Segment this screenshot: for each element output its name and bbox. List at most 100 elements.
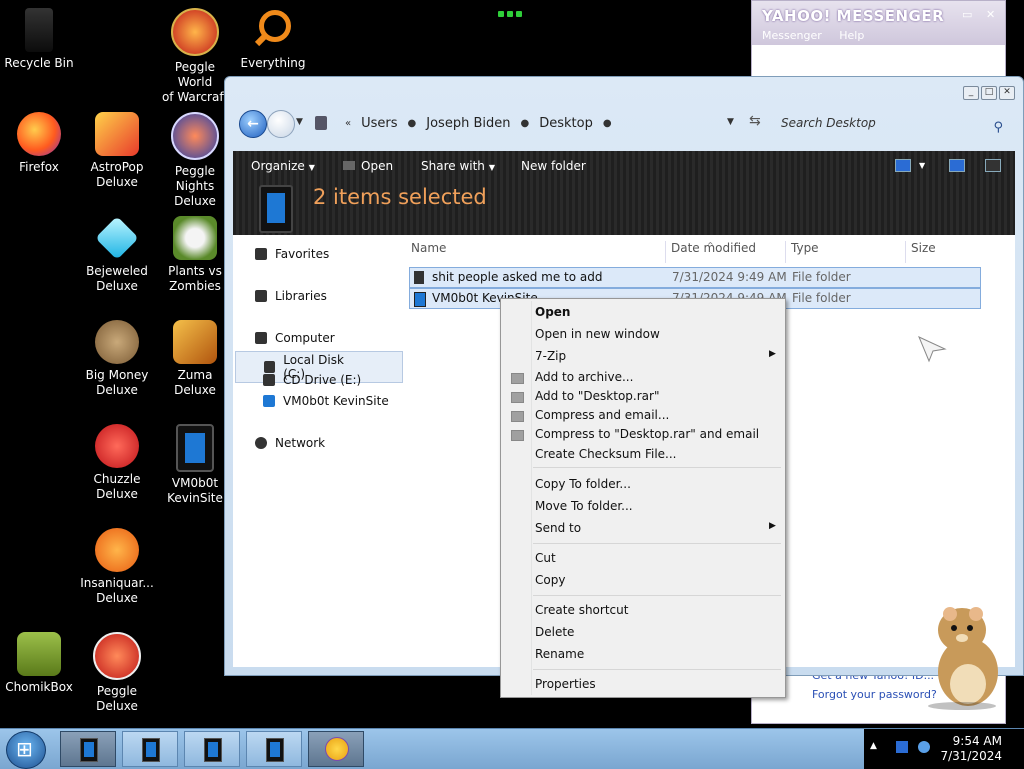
- start-button[interactable]: [6, 731, 46, 769]
- search-icon[interactable]: ⚲: [993, 116, 1003, 140]
- breadcrumb-separator-icon[interactable]: ●: [520, 118, 529, 129]
- search-input[interactable]: Search Desktop ⚲: [773, 111, 1009, 135]
- taskbar-button-yahoo[interactable]: [308, 731, 364, 767]
- menu-item-cut[interactable]: Cut: [535, 551, 556, 565]
- nav-network[interactable]: Network: [255, 436, 325, 450]
- address-dropdown-icon[interactable]: ▼: [727, 117, 734, 127]
- forward-button[interactable]: [267, 110, 295, 138]
- tray-network-icon[interactable]: [918, 741, 930, 753]
- menu-item-open-new-window[interactable]: Open in new window: [535, 327, 660, 341]
- library-icon: [255, 290, 267, 302]
- menu-item-add-to-desktop-rar[interactable]: Add to "Desktop.rar": [535, 389, 659, 403]
- row-type: File folder: [792, 270, 851, 284]
- menu-item-create-shortcut[interactable]: Create shortcut: [535, 603, 628, 617]
- column-divider[interactable]: [785, 241, 786, 263]
- taskbar-button-window-2[interactable]: [122, 731, 178, 767]
- organize-button[interactable]: Organize ▼: [251, 159, 315, 173]
- table-row[interactable]: shit people asked me to add 7/31/2024 9:…: [409, 267, 981, 288]
- tray-device-icon[interactable]: [896, 741, 908, 753]
- menu-item-create-checksum[interactable]: Create Checksum File...: [535, 447, 677, 461]
- breadcrumb[interactable]: « Users ● Joseph Biden ● Desktop ●: [315, 111, 759, 135]
- desktop-icon-chuzzle[interactable]: Chuzzle Deluxe: [78, 424, 156, 502]
- context-menu[interactable]: Open Open in new window 7-Zip ▶ Add to ar…: [500, 298, 786, 698]
- menu-item-compress-desktop-email[interactable]: Compress to "Desktop.rar" and email: [535, 427, 759, 441]
- desktop-icon-zuma[interactable]: Zuma Deluxe: [156, 320, 234, 398]
- drive-icon: [264, 361, 276, 373]
- column-size[interactable]: Size: [911, 241, 936, 255]
- nav-vm0b0t[interactable]: VM0b0t KevinSite: [263, 394, 389, 408]
- desktop-icon-firefox[interactable]: Firefox: [0, 112, 78, 175]
- archive-icon: [511, 411, 524, 422]
- yahoo-title: YAHOO! MESSENGER: [762, 7, 945, 25]
- nav-libraries[interactable]: Libraries: [255, 289, 327, 303]
- view-dropdown-icon[interactable]: ▼: [919, 161, 925, 170]
- desktop-icon-astropop[interactable]: AstroPop Deluxe: [78, 112, 156, 190]
- yahoo-menu-help[interactable]: Help: [839, 29, 864, 42]
- close-icon[interactable]: ✕: [986, 8, 998, 21]
- archive-icon: [511, 392, 524, 403]
- column-divider[interactable]: [905, 241, 906, 263]
- menu-item-copy-to-folder[interactable]: Copy To folder...: [535, 477, 631, 491]
- menu-item-properties[interactable]: Properties: [535, 677, 596, 691]
- forgot-password-link[interactable]: Forgot your password?: [812, 688, 937, 701]
- menu-item-rename[interactable]: Rename: [535, 647, 584, 661]
- show-hidden-icons-icon[interactable]: ▲: [870, 741, 877, 751]
- clock[interactable]: 9:54 AM 7/31/2024: [940, 734, 1002, 764]
- desktop-icon-recycle-bin[interactable]: Recycle Bin: [0, 8, 78, 71]
- magnifier-icon: [251, 8, 295, 52]
- taskbar-button-window-3[interactable]: [184, 731, 240, 767]
- yahoo-menu-messenger[interactable]: Messenger: [762, 29, 822, 42]
- minimize-icon[interactable]: _: [963, 86, 979, 100]
- new-folder-button[interactable]: New folder: [521, 159, 586, 173]
- back-button[interactable]: ←: [239, 110, 267, 138]
- nav-favorites[interactable]: Favorites: [255, 247, 329, 261]
- column-name[interactable]: Name: [411, 241, 446, 255]
- menu-separator: [533, 467, 781, 468]
- desktop-icon-peggle-deluxe[interactable]: Peggle Deluxe: [78, 632, 156, 714]
- breadcrumb-users[interactable]: Users: [361, 116, 397, 131]
- menu-item-add-to-archive[interactable]: Add to archive...: [535, 370, 633, 384]
- nav-computer[interactable]: Computer: [255, 331, 335, 345]
- desktop-icon-chomikbox[interactable]: ChomikBox: [0, 632, 78, 695]
- menu-item-send-to[interactable]: Send to ▶: [535, 521, 776, 535]
- breadcrumb-separator-icon[interactable]: ●: [408, 118, 417, 129]
- column-type[interactable]: Type: [791, 241, 819, 255]
- desktop-icon-plants-vs-zombies[interactable]: Plants vs Zombies: [156, 216, 234, 294]
- close-icon[interactable]: ✕: [999, 86, 1015, 100]
- menu-item-open[interactable]: Open: [535, 305, 570, 319]
- preview-pane-icon[interactable]: [949, 159, 965, 172]
- chevron-down-icon: ▼: [488, 163, 496, 172]
- desktop-icon-peggle-wow[interactable]: Peggle World of Warcraft ...: [156, 8, 234, 120]
- taskbar-button-explorer[interactable]: [60, 731, 116, 767]
- desktop-icon-big-money[interactable]: Big Money Deluxe: [78, 320, 156, 398]
- menu-item-copy[interactable]: Copy: [535, 573, 565, 587]
- open-button[interactable]: Open: [343, 159, 393, 173]
- desktop-icon-bejeweled[interactable]: Bejeweled Deluxe: [78, 216, 156, 294]
- breadcrumb-joseph-biden[interactable]: Joseph Biden: [426, 116, 510, 131]
- maximize-icon[interactable]: □: [981, 86, 997, 100]
- breadcrumb-separator-icon[interactable]: ●: [603, 118, 612, 129]
- menu-item-compress-email[interactable]: Compress and email...: [535, 408, 669, 422]
- desktop-icon-label: Insaniquar... Deluxe: [80, 576, 154, 605]
- desktop-icon-vm0b0t[interactable]: VM0b0t KevinSite: [156, 424, 234, 506]
- desktop-icon-everything[interactable]: Everything: [234, 8, 312, 71]
- astropop-icon: [95, 112, 139, 156]
- menu-separator: [533, 669, 781, 670]
- menu-item-7zip[interactable]: 7-Zip ▶: [535, 349, 776, 363]
- minimize-icon[interactable]: ▭: [962, 8, 974, 21]
- breadcrumb-desktop[interactable]: Desktop: [539, 116, 593, 131]
- history-dropdown-icon[interactable]: ▼: [296, 117, 303, 127]
- refresh-icon[interactable]: ⇆: [749, 113, 761, 129]
- menu-item-move-to-folder[interactable]: Move To folder...: [535, 499, 633, 513]
- taskbar-button-window-4[interactable]: [246, 731, 302, 767]
- share-with-button[interactable]: Share with ▼: [421, 159, 495, 173]
- menu-item-delete[interactable]: Delete: [535, 625, 574, 639]
- breadcrumb-overflow-icon[interactable]: «: [345, 118, 351, 129]
- column-divider[interactable]: [665, 241, 666, 263]
- desktop-icon-peggle-nights[interactable]: Peggle Nights Deluxe: [156, 112, 234, 209]
- help-icon[interactable]: [985, 159, 1001, 172]
- desktop-icon-insaniquarium[interactable]: Insaniquar... Deluxe: [78, 528, 156, 606]
- nav-cd-drive[interactable]: CD Drive (E:): [263, 373, 361, 387]
- column-date-modified[interactable]: Date modified: [671, 241, 756, 255]
- view-icon[interactable]: [895, 159, 911, 172]
